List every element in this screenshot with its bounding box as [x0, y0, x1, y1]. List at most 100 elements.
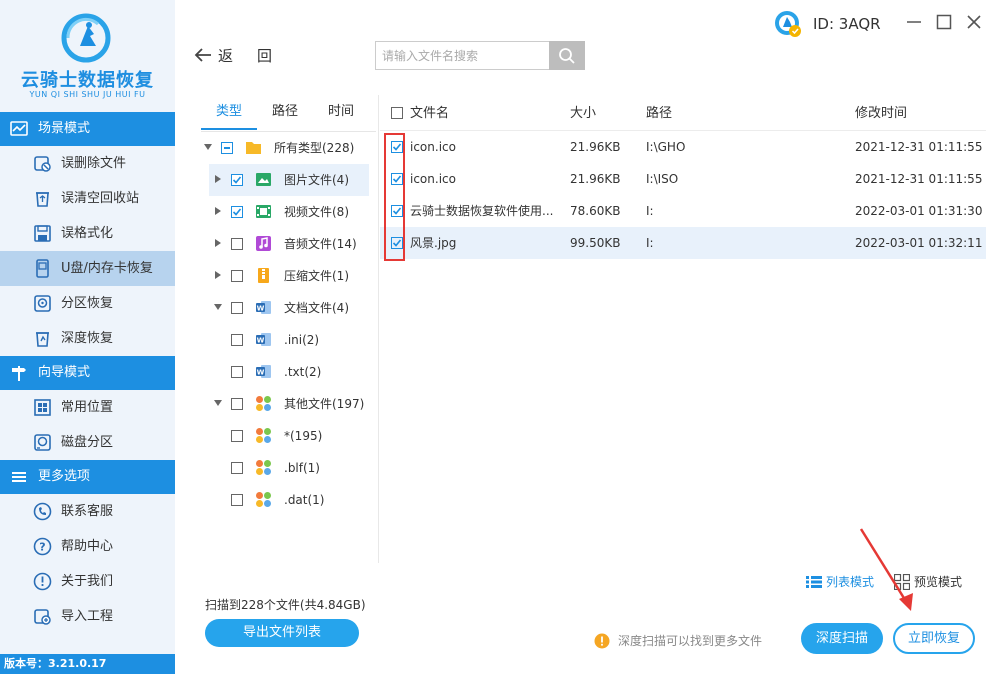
- scan-summary: 扫描到228个文件(共4.84GB): [205, 598, 366, 612]
- tree-label: 视频文件(8): [284, 205, 349, 219]
- close-icon: [967, 15, 981, 29]
- tree-label: .ini(2): [284, 333, 320, 347]
- tree-row-txt[interactable]: W .txt(2): [201, 356, 376, 388]
- info-icon: [33, 572, 52, 591]
- file-modified-time: 2022-03-01 01:31:30: [855, 204, 983, 218]
- nav-item-disk-partitions[interactable]: 磁盘分区: [0, 425, 175, 460]
- format-disk-icon: [34, 225, 51, 242]
- nav-item-recycle-bin[interactable]: 误清空回收站: [0, 181, 175, 216]
- file-modified-time: 2022-03-01 01:32:11: [855, 236, 983, 250]
- tab-type[interactable]: 类型: [201, 96, 257, 130]
- tree-row-images[interactable]: 图片文件(4): [209, 164, 369, 196]
- checkbox[interactable]: [231, 366, 243, 378]
- tree-row-documents[interactable]: W 文档文件(4): [201, 292, 376, 324]
- minimize-icon: [907, 21, 921, 23]
- nav-item-format[interactable]: 误格式化: [0, 216, 175, 251]
- category-tabs: 类型 路径 时间: [201, 96, 369, 130]
- checkbox[interactable]: [231, 334, 243, 346]
- nav-item-usb-recovery[interactable]: U盘/内存卡恢复: [0, 251, 175, 286]
- nav-label: 联系客服: [61, 504, 114, 519]
- tree-row-other-star[interactable]: *(195): [201, 420, 376, 452]
- nav-item-contact-support[interactable]: 联系客服: [0, 494, 175, 529]
- nav-label: 误删除文件: [61, 156, 127, 171]
- search-input[interactable]: [375, 41, 549, 70]
- checkbox[interactable]: [231, 238, 243, 250]
- expand-arrow-icon[interactable]: [204, 143, 212, 151]
- check-icon: [232, 208, 242, 216]
- expand-arrow-icon[interactable]: [214, 399, 222, 407]
- partition-icon: [34, 295, 51, 312]
- tree-row-videos[interactable]: 视频文件(8): [201, 196, 376, 228]
- header-path[interactable]: 路径: [646, 96, 672, 131]
- checkbox[interactable]: [231, 462, 243, 474]
- checkbox-checked[interactable]: [231, 206, 243, 218]
- close-button[interactable]: [966, 12, 982, 32]
- export-file-list-button[interactable]: 导出文件列表: [205, 619, 359, 647]
- checkbox[interactable]: [231, 430, 243, 442]
- section-more-options: 更多选项: [0, 460, 175, 494]
- expand-arrow-icon[interactable]: [214, 303, 222, 311]
- tree-row-all-types[interactable]: 所有类型(228): [201, 132, 376, 164]
- panel-divider: [378, 95, 379, 563]
- tree-label: .txt(2): [284, 365, 322, 379]
- collapse-arrow-icon[interactable]: [214, 271, 222, 279]
- table-row[interactable]: 风景.jpg 99.50KB I: 2022-03-01 01:32:11: [380, 227, 986, 259]
- tree-label: 压缩文件(1): [284, 269, 349, 283]
- tree-row-ini[interactable]: W .ini(2): [201, 324, 376, 356]
- checkbox-checked[interactable]: [231, 174, 243, 186]
- nav-item-import-project[interactable]: 导入工程: [0, 599, 175, 634]
- table-row[interactable]: 云骑士数据恢复软件使用... 78.60KB I: 2022-03-01 01:…: [380, 195, 986, 227]
- minimize-button[interactable]: [906, 12, 922, 32]
- other-file-icon: [256, 492, 271, 507]
- collapse-arrow-icon[interactable]: [214, 239, 222, 247]
- other-file-icon: [256, 396, 271, 411]
- file-name: 云骑士数据恢复软件使用...: [410, 204, 554, 218]
- search-button[interactable]: [549, 41, 585, 70]
- nav-item-about-us[interactable]: 关于我们: [0, 564, 175, 599]
- deep-scan-button[interactable]: 深度扫描: [801, 623, 883, 654]
- collapse-arrow-icon[interactable]: [214, 207, 222, 215]
- checkbox[interactable]: [231, 302, 243, 314]
- nav-label: 深度恢复: [61, 331, 114, 346]
- header-filename[interactable]: 文件名: [410, 96, 558, 131]
- checkbox[interactable]: [231, 270, 243, 282]
- tree-row-archives[interactable]: 压缩文件(1): [201, 260, 376, 292]
- logo-title: 云骑士数据恢复: [21, 70, 154, 91]
- checkbox[interactable]: [231, 398, 243, 410]
- help-icon: ?: [33, 537, 52, 556]
- tab-time[interactable]: 时间: [313, 96, 369, 130]
- other-file-icon: [256, 428, 271, 443]
- table-row[interactable]: icon.ico 21.96KB I:\ISO 2021-12-31 01:11…: [380, 163, 986, 195]
- tree-row-blf[interactable]: .blf(1): [201, 452, 376, 484]
- checkbox[interactable]: [231, 494, 243, 506]
- nav-item-deleted-files[interactable]: 误删除文件: [0, 146, 175, 181]
- back-button[interactable]: 返回: [194, 44, 296, 66]
- tab-path[interactable]: 路径: [257, 96, 313, 130]
- nav-label: 关于我们: [61, 574, 114, 589]
- nav-item-common-locations[interactable]: 常用位置: [0, 390, 175, 425]
- nav-item-deep-recovery[interactable]: 深度恢复: [0, 321, 175, 356]
- tree-row-dat[interactable]: .dat(1): [201, 484, 376, 516]
- nav-item-partition-recovery[interactable]: 分区恢复: [0, 286, 175, 321]
- select-all-checkbox[interactable]: [391, 107, 403, 119]
- user-avatar-icon[interactable]: [773, 9, 803, 39]
- annotation-arrow: [859, 528, 913, 611]
- tree-row-audio[interactable]: 音频文件(14): [201, 228, 376, 260]
- recover-now-button[interactable]: 立即恢复: [893, 623, 975, 654]
- nav-item-help-center[interactable]: ? 帮助中心: [0, 529, 175, 564]
- svg-text:W: W: [257, 369, 265, 377]
- header-size[interactable]: 大小: [570, 96, 596, 131]
- svg-text:?: ?: [39, 541, 45, 554]
- section-title: 更多选项: [38, 469, 91, 484]
- file-size: 21.96KB: [570, 172, 621, 186]
- file-modified-time: 2021-12-31 01:11:55: [855, 172, 983, 186]
- collapse-arrow-icon[interactable]: [214, 175, 222, 183]
- table-row[interactable]: icon.ico 21.96KB I:\GHO 2021-12-31 01:11…: [380, 131, 986, 163]
- checkbox-partial[interactable]: [221, 142, 233, 154]
- nav-label: 误清空回收站: [61, 191, 140, 206]
- nav-label: U盘/内存卡恢复: [61, 261, 153, 276]
- header-modified-time[interactable]: 修改时间: [855, 96, 907, 131]
- section-guide-mode: 向导模式: [0, 356, 175, 390]
- maximize-button[interactable]: [936, 12, 952, 32]
- tree-row-other[interactable]: 其他文件(197): [201, 388, 376, 420]
